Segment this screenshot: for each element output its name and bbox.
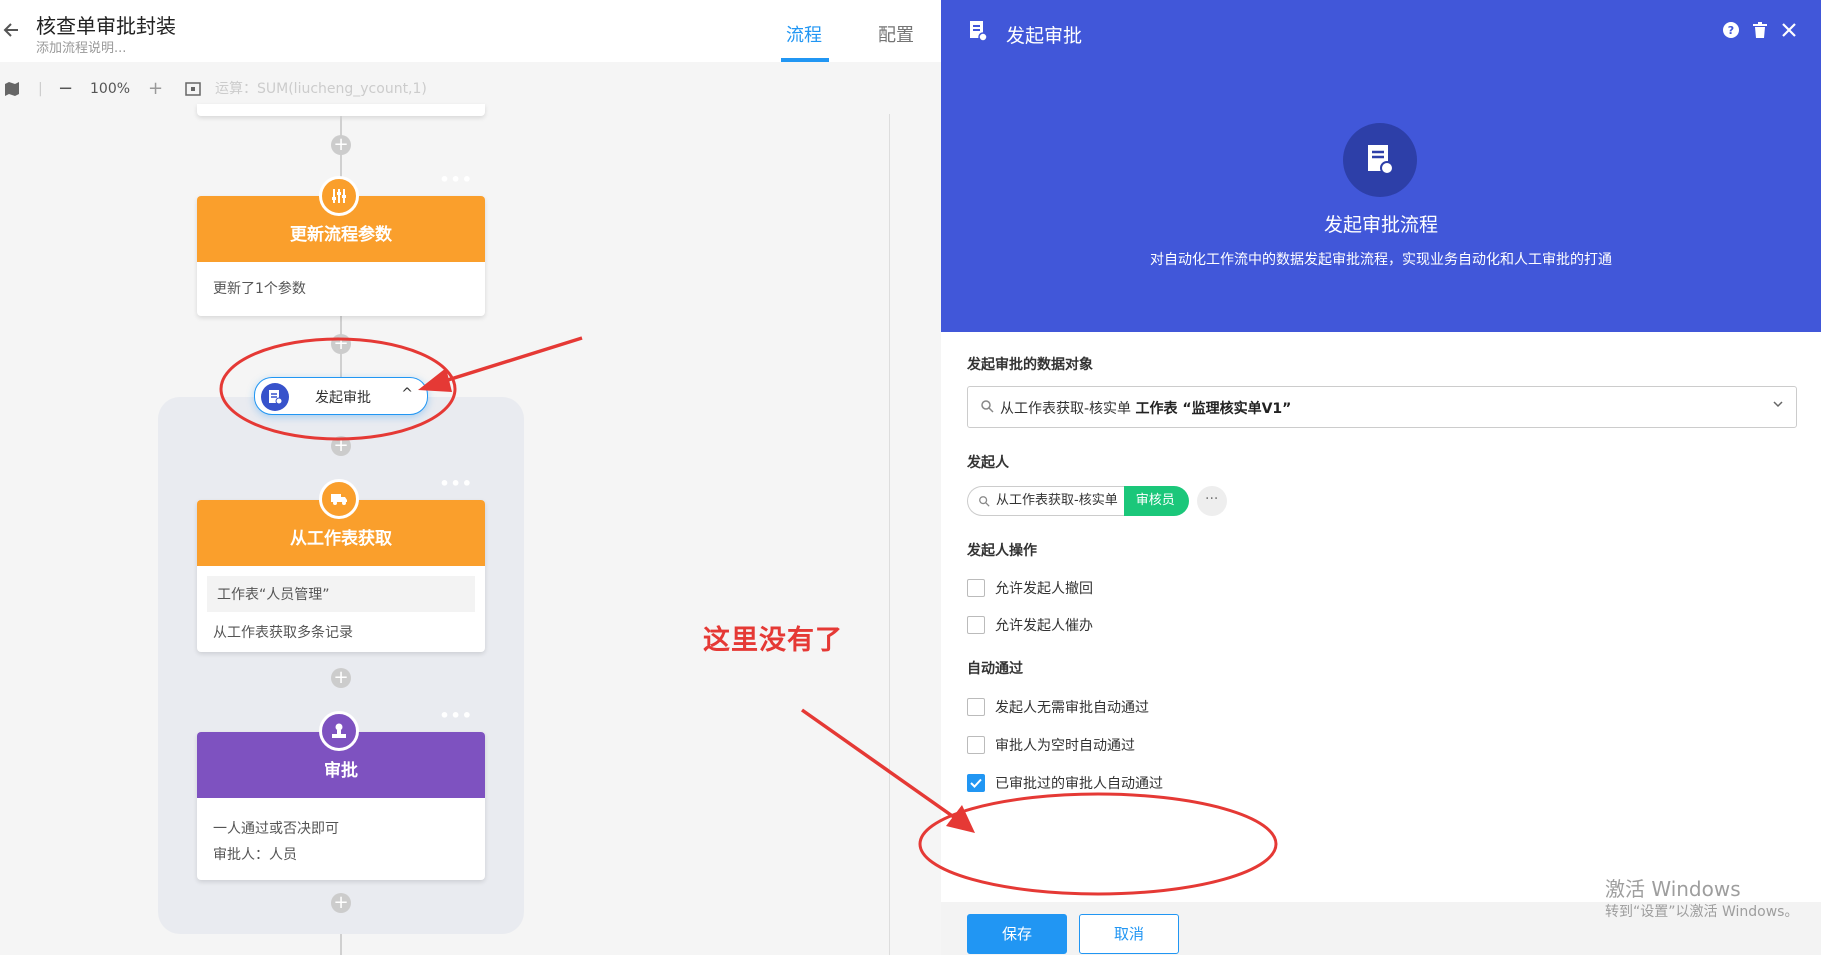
- checkbox[interactable]: [967, 579, 985, 597]
- node-title: 更新流程参数: [290, 225, 392, 245]
- zoom-level: 100%: [90, 81, 131, 97]
- add-node-button[interactable]: +: [331, 668, 351, 688]
- approval-rule: 一人通过或否决即可: [213, 821, 339, 837]
- node-fetch-worksheet[interactable]: ••• 从工作表获取 工作表“人员管理” 从工作表获取多条记录: [197, 474, 485, 652]
- chevron-down-icon[interactable]: [1772, 398, 1784, 410]
- top-bar: 核查单审批封装 添加流程说明... 流程 配置: [0, 0, 941, 62]
- initiator-source: 从工作表获取-核实单: [967, 486, 1124, 516]
- approver: 审批人：人员: [213, 847, 297, 863]
- initiator-field: 审核员: [1123, 486, 1189, 516]
- config-panel: 发起审批 ? 发起审批流程 对自动化工作流中的数据发起审批流程，实现业务自动化和…: [941, 0, 1821, 955]
- node-title: 审批: [324, 761, 358, 781]
- save-button[interactable]: 保存: [967, 914, 1067, 954]
- map-icon[interactable]: [4, 81, 20, 97]
- truck-icon: [319, 479, 359, 519]
- page-title: 核查单审批封装: [36, 14, 176, 38]
- data-object-sheet: 工作表 “监理核实单V1”: [1135, 401, 1292, 417]
- windows-activation-hint: 转到“设置”以激活 Windows。: [1605, 904, 1799, 920]
- cancel-button[interactable]: 取消: [1079, 914, 1179, 954]
- tab-config[interactable]: 配置: [878, 21, 914, 47]
- back-arrow-icon[interactable]: [2, 20, 22, 40]
- svg-text:?: ?: [1728, 24, 1734, 37]
- checkbox-label: 发起人无需审批自动通过: [995, 700, 1149, 716]
- more-icon[interactable]: •••: [439, 474, 473, 494]
- node-approval[interactable]: ••• 审批 一人通过或否决即可 审批人：人员: [197, 706, 485, 880]
- node-title: 发起审批: [315, 390, 371, 406]
- zoom-in-button[interactable]: +: [148, 74, 163, 104]
- windows-activation-watermark: 激活 Windows: [1605, 877, 1741, 901]
- toolbar-divider: |: [38, 81, 43, 97]
- zoom-out-button[interactable]: −: [58, 74, 73, 104]
- panel-header: 发起审批 ? 发起审批流程 对自动化工作流中的数据发起审批流程，实现业务自动化和…: [941, 0, 1821, 332]
- data-object-source: 从工作表获取-核实单: [1000, 401, 1132, 417]
- previous-node-card[interactable]: [197, 104, 485, 116]
- approval-doc-icon: [261, 383, 289, 411]
- panel-main-title: 发起审批流程: [1323, 214, 1438, 236]
- flow-description-input[interactable]: 添加流程说明...: [36, 37, 126, 56]
- add-node-button[interactable]: +: [331, 135, 351, 155]
- chevron-up-icon[interactable]: ^: [401, 386, 413, 402]
- checkbox-label: 允许发起人撤回: [995, 581, 1093, 597]
- approval-flow-icon: [1343, 123, 1417, 197]
- checkbox[interactable]: [967, 698, 985, 716]
- search-icon: [979, 496, 990, 507]
- data-object-select[interactable]: 从工作表获取-核实单 工作表 “监理核实单V1”: [967, 386, 1797, 428]
- more-icon[interactable]: •••: [439, 706, 473, 726]
- fetch-description: 从工作表获取多条记录: [213, 625, 353, 641]
- help-icon[interactable]: ?: [1723, 22, 1739, 38]
- more-icon[interactable]: ···: [1196, 486, 1227, 516]
- check-icon: [970, 778, 982, 788]
- checkbox-label: 审批人为空时自动通过: [995, 738, 1135, 754]
- checkbox[interactable]: [967, 616, 985, 634]
- node-initiate-approval[interactable]: 发起审批 ^: [254, 377, 428, 415]
- add-node-button[interactable]: +: [331, 893, 351, 913]
- sliders-icon: [319, 176, 359, 216]
- annotation-text: 这里没有了: [703, 625, 843, 656]
- more-icon[interactable]: •••: [439, 170, 473, 190]
- panel-title: 发起审批: [1006, 25, 1083, 47]
- checkbox-initiator-auto-pass[interactable]: 发起人无需审批自动通过: [967, 696, 1149, 718]
- fit-screen-icon[interactable]: [185, 81, 201, 97]
- initiator-tag[interactable]: 从工作表获取-核实单 审核员 ···: [967, 486, 1227, 516]
- checkbox-label: 已审批过的审批人自动通过: [995, 776, 1163, 792]
- node-body: 一人通过或否决即可 审批人：人员: [197, 798, 485, 878]
- approval-doc-icon: [970, 21, 987, 42]
- checkbox-empty-approver-auto-pass[interactable]: 审批人为空时自动通过: [967, 734, 1135, 756]
- add-node-button[interactable]: +: [331, 436, 351, 456]
- node-body: 更新了1个参数: [213, 281, 306, 297]
- checkbox-allow-urge[interactable]: 允许发起人催办: [967, 614, 1093, 636]
- tab-flow[interactable]: 流程: [786, 21, 822, 47]
- initiator-ops-label: 发起人操作: [967, 543, 1037, 559]
- data-object-label: 发起审批的数据对象: [967, 357, 1093, 373]
- initiator-source-text: 从工作表获取-核实单: [996, 493, 1118, 508]
- panel-tools: ?: [1723, 22, 1797, 38]
- panel-divider: [889, 114, 890, 955]
- add-node-button[interactable]: +: [331, 334, 351, 354]
- flow-canvas[interactable]: 核查单审批封装 添加流程说明... 流程 配置 | − 100% + 运算：SU…: [0, 0, 941, 955]
- checkbox-checked[interactable]: [967, 774, 985, 792]
- checkbox-label: 允许发起人催办: [995, 618, 1093, 634]
- stamp-icon: [319, 711, 359, 751]
- active-tab-indicator: [781, 58, 829, 62]
- auto-pass-label: 自动通过: [967, 661, 1023, 677]
- data-object-value: 从工作表获取-核实单 工作表 “监理核实单V1”: [1000, 398, 1291, 418]
- checkbox[interactable]: [967, 736, 985, 754]
- formula-text: 运算：SUM(liucheng_ycount,1): [215, 81, 427, 97]
- search-icon: [981, 400, 994, 413]
- panel-description: 对自动化工作流中的数据发起审批流程，实现业务自动化和人工审批的打通: [1150, 252, 1612, 268]
- close-icon[interactable]: [1781, 22, 1797, 38]
- canvas-toolbar: | − 100% + 运算：SUM(liucheng_ycount,1): [0, 74, 900, 104]
- node-title: 从工作表获取: [290, 529, 392, 549]
- checkbox-approved-auto-pass[interactable]: 已审批过的审批人自动通过: [967, 772, 1163, 794]
- worksheet-name: 工作表“人员管理”: [207, 576, 475, 612]
- node-body: 工作表“人员管理” 从工作表获取多条记录: [197, 566, 485, 652]
- trash-icon[interactable]: [1753, 22, 1767, 38]
- checkbox-allow-withdraw[interactable]: 允许发起人撤回: [967, 577, 1093, 599]
- initiator-label: 发起人: [967, 455, 1009, 471]
